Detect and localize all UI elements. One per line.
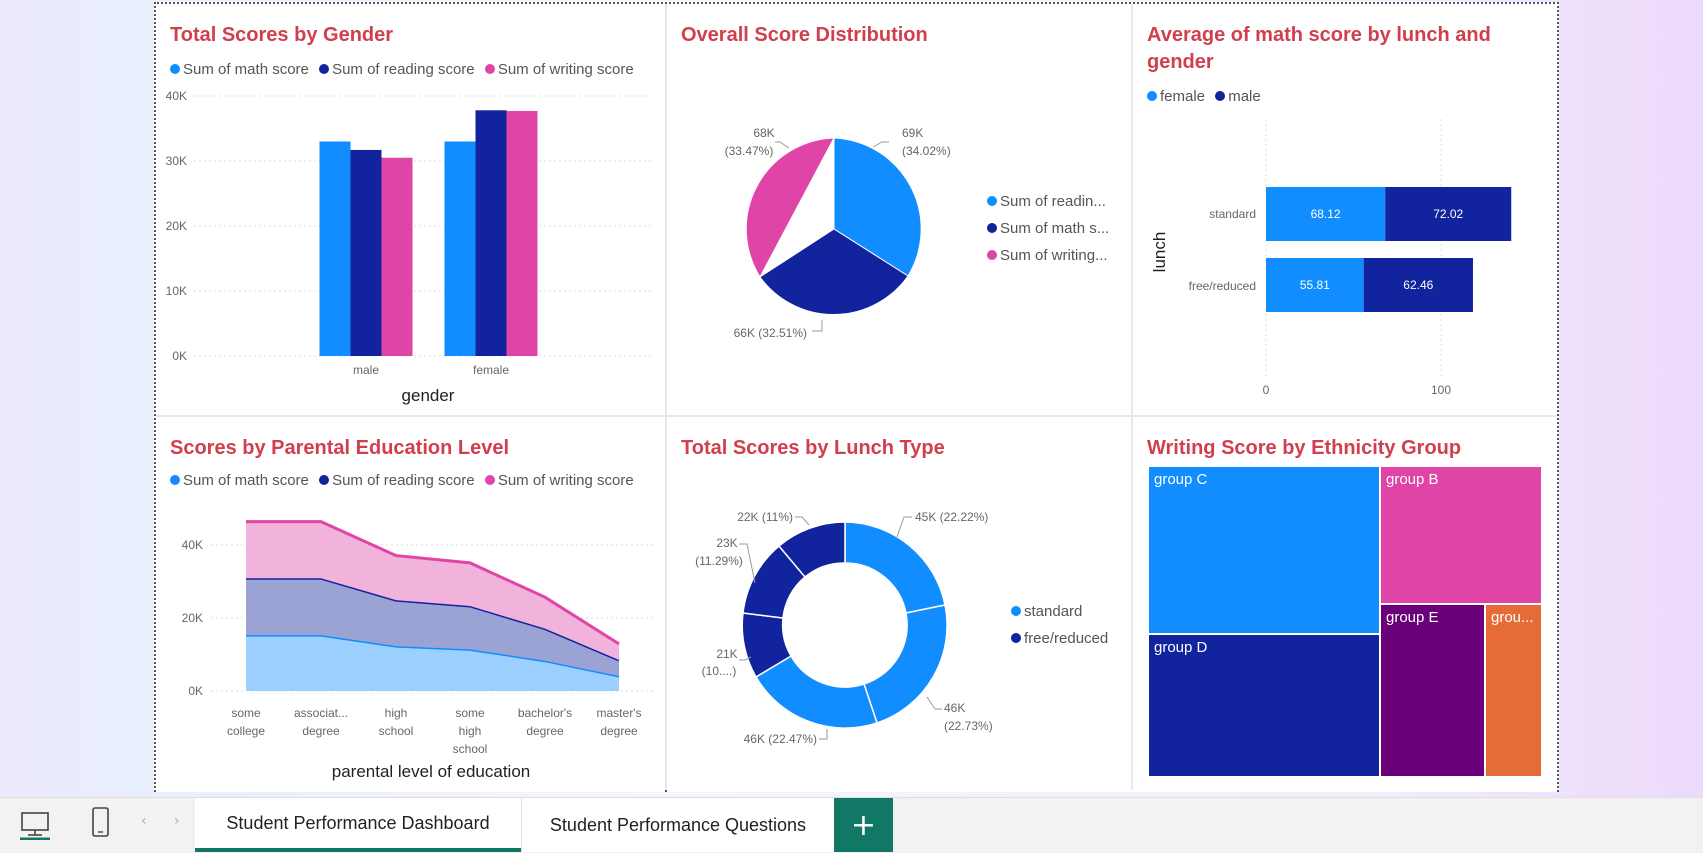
lunch-gender-bar-chart: 68.12 72.02 55.81 62.46 standard free/reduc… <box>1150 119 1512 397</box>
bar-female-2[interactable] <box>506 110 538 356</box>
x-tick: male <box>353 363 379 377</box>
desktop-view-icon[interactable] <box>18 810 58 840</box>
x-tick: master's <box>597 706 642 720</box>
data-label: 46K (22.47%) <box>744 732 817 746</box>
treemap-tile-group-d[interactable]: group D <box>1147 633 1381 778</box>
data-label: (22.73%) <box>944 719 993 733</box>
y-axis-title: lunch <box>1150 232 1169 273</box>
add-page-button[interactable]: + <box>834 798 893 852</box>
mobile-view-icon[interactable] <box>90 806 114 840</box>
data-label: (10....) <box>702 664 737 678</box>
data-label: 22K (11%) <box>737 510 793 524</box>
chart-legend: Sum of readin... Sum of math s... Sum of… <box>987 193 1109 274</box>
data-label: 69K <box>902 126 923 140</box>
report-canvas: Total Scores by Gender Sum of math score… <box>154 2 1559 792</box>
tab-student-performance-questions[interactable]: Student Performance Questions <box>521 798 834 852</box>
bar-value-label: 68.12 <box>1311 207 1341 221</box>
score-distribution-panel[interactable]: Overall Score Distribution 69K (34.02%) … <box>667 4 1131 415</box>
x-tick: degree <box>302 724 340 738</box>
gender-bar-chart: 40K 30K 20K 10K 0K male female gender <box>166 89 653 405</box>
gender-scores-panel[interactable]: Total Scores by Gender Sum of math score… <box>156 4 665 415</box>
x-tick: degree <box>600 724 638 738</box>
legend-item[interactable]: Sum of readin... <box>987 193 1109 210</box>
chevron-right-icon[interactable]: › <box>174 813 180 829</box>
x-tick: school <box>379 724 414 738</box>
leader-line <box>926 696 942 710</box>
bar-value-label: 72.02 <box>1433 207 1463 221</box>
treemap-tile-group-b[interactable]: group B <box>1379 465 1543 605</box>
x-tick: female <box>473 363 509 377</box>
treemap-tile-group-a[interactable]: grou... <box>1484 603 1543 778</box>
x-axis-title: gender <box>402 386 455 405</box>
x-tick: school <box>453 742 488 756</box>
legend-item[interactable]: Sum of math s... <box>987 220 1109 237</box>
y-tick: 0K <box>172 349 187 363</box>
x-tick: degree <box>526 724 564 738</box>
legend-dot-icon <box>987 250 997 260</box>
chevron-left-icon[interactable]: ‹ <box>141 813 147 829</box>
x-tick: associat... <box>294 706 348 720</box>
data-label: 45K (22.22%) <box>915 510 988 524</box>
donut-slice-standard[interactable] <box>863 604 948 724</box>
parental-education-area-chart: 40K 20K 0K some college associat... degree h… <box>182 520 653 781</box>
y-tick: 10K <box>166 284 187 298</box>
y-tick: standard <box>1209 207 1256 221</box>
x-tick: 100 <box>1431 383 1451 397</box>
y-tick: 0K <box>188 684 203 698</box>
data-label: 46K <box>944 701 965 715</box>
page-tab-bar: ‹ › Student Performance Dashboard Studen… <box>0 797 1703 853</box>
chart-legend: standard free/reduced <box>1011 603 1108 657</box>
x-tick: high <box>385 706 408 720</box>
bar-female-1[interactable] <box>475 110 507 356</box>
treemap-tile-group-e[interactable]: group E <box>1379 603 1486 778</box>
parental-education-panel[interactable]: Scores by Parental Education Level Sum o… <box>156 417 665 792</box>
leader-line <box>896 516 912 538</box>
legend-item[interactable]: free/reduced <box>1011 630 1108 647</box>
bar-female-0[interactable] <box>444 141 476 357</box>
y-tick: free/reduced <box>1189 279 1256 293</box>
data-label: 68K <box>753 126 774 140</box>
y-tick: 40K <box>182 538 203 552</box>
leader-line <box>795 516 810 526</box>
leader-line <box>872 141 889 148</box>
leader-line <box>819 729 828 740</box>
x-tick: college <box>227 724 265 738</box>
y-tick: 20K <box>182 611 203 625</box>
y-tick: 30K <box>166 154 187 168</box>
x-axis-title: parental level of education <box>332 762 530 781</box>
data-label: (11.29%) <box>695 554 743 568</box>
data-label: (34.02%) <box>902 144 951 158</box>
donut-slice-standard[interactable] <box>844 521 946 614</box>
ethnicity-writing-panel[interactable]: Writing Score by Ethnicity Group group C… <box>1133 417 1557 792</box>
legend-item[interactable]: standard <box>1011 603 1108 620</box>
bar-value-label: 55.81 <box>1300 278 1330 292</box>
leader-line <box>775 141 790 149</box>
legend-item[interactable]: Sum of writing... <box>987 247 1109 264</box>
tab-student-performance-dashboard[interactable]: Student Performance Dashboard <box>195 798 521 852</box>
x-tick: some <box>455 706 485 720</box>
x-tick: some <box>231 706 261 720</box>
x-tick: 0 <box>1263 383 1270 397</box>
legend-dot-icon <box>987 196 997 206</box>
bar-male-1[interactable] <box>350 149 382 356</box>
treemap-tile-group-c[interactable]: group C <box>1147 465 1381 635</box>
bar-male-2[interactable] <box>381 157 413 356</box>
data-label: 66K (32.51%) <box>734 326 807 340</box>
data-label: 21K <box>716 647 737 661</box>
legend-dot-icon <box>1011 633 1021 643</box>
x-tick: high <box>459 724 482 738</box>
data-label: 23K <box>716 536 737 550</box>
leader-line <box>812 320 823 332</box>
legend-dot-icon <box>987 223 997 233</box>
y-tick: 20K <box>166 219 187 233</box>
panel-title: Writing Score by Ethnicity Group <box>1147 437 1462 459</box>
bar-value-label: 62.46 <box>1403 278 1433 292</box>
lunch-gender-math-panel[interactable]: Average of math score by lunch and gender… <box>1133 4 1557 415</box>
y-tick: 40K <box>166 89 187 103</box>
data-label: (33.47%) <box>725 144 774 158</box>
lunch-scores-panel[interactable]: Total Scores by Lunch Type 45K (22.22%) … <box>667 417 1131 792</box>
bar-male-0[interactable] <box>319 141 351 357</box>
legend-dot-icon <box>1011 606 1021 616</box>
x-tick: bachelor's <box>518 706 572 720</box>
